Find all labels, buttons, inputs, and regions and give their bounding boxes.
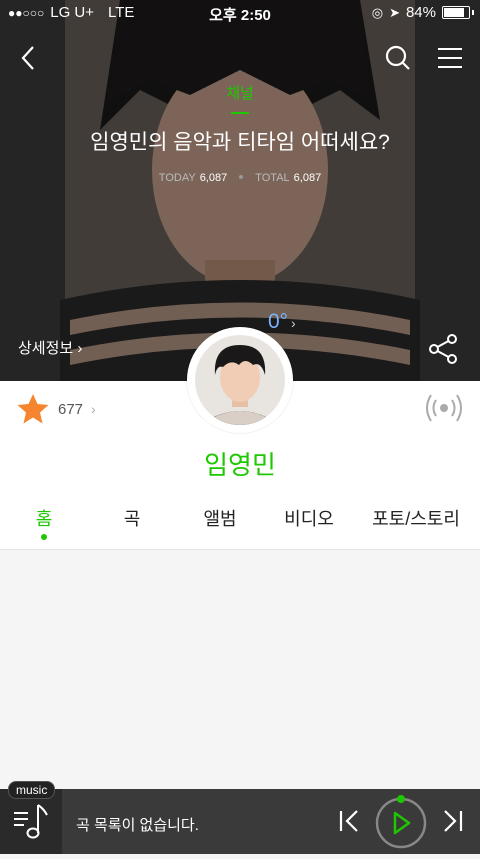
degree-chevron-icon: › bbox=[291, 315, 296, 331]
prev-icon bbox=[339, 810, 358, 832]
today-count: 6,087 bbox=[199, 172, 228, 184]
location-icon: ➤ bbox=[389, 4, 400, 20]
music-tag: music bbox=[8, 781, 56, 799]
tab-songs[interactable]: 곡 bbox=[124, 505, 141, 531]
star-icon bbox=[17, 394, 49, 424]
avatar[interactable] bbox=[187, 327, 293, 433]
status-bar: ●●○○○ LG U+ LTE 오후 2:50 ◎ ➤ 84% bbox=[0, 0, 480, 28]
favorite-button[interactable]: 677 › bbox=[16, 393, 96, 425]
broadcast-icon bbox=[426, 394, 462, 422]
fan-chevron-icon: › bbox=[91, 401, 96, 417]
rotation-lock-icon: ◎ bbox=[371, 4, 384, 20]
tab-videos[interactable]: 비디오 bbox=[284, 505, 334, 531]
menu-icon bbox=[438, 48, 462, 68]
battery-icon bbox=[442, 6, 474, 19]
back-button[interactable] bbox=[10, 40, 46, 76]
battery-fill bbox=[444, 8, 464, 17]
empty-playlist-message: 곡 목록이 없습니다. bbox=[76, 817, 199, 834]
channel-title: 임영민의 음악과 티타임 어떠세요? bbox=[90, 131, 390, 154]
broadcast-button[interactable] bbox=[424, 392, 464, 429]
tab-bar: 홈 곡 앨범 비디오 포토/스토리 bbox=[0, 505, 480, 549]
next-button[interactable] bbox=[440, 808, 466, 839]
visit-counts: TODAY 6,087 TOTAL 6,087 bbox=[0, 172, 480, 184]
count-separator bbox=[239, 175, 244, 180]
channel-underline bbox=[231, 112, 249, 114]
today-label: TODAY bbox=[158, 172, 196, 184]
total-label: TOTAL bbox=[255, 172, 290, 184]
details-link[interactable]: 상세정보 › bbox=[18, 337, 82, 358]
search-button[interactable] bbox=[380, 40, 416, 76]
artist-photo bbox=[195, 335, 285, 425]
content-area bbox=[0, 550, 480, 789]
next-icon bbox=[444, 810, 463, 832]
degree-value[interactable]: 0° bbox=[268, 310, 288, 334]
tab-home[interactable]: 홈 bbox=[36, 505, 53, 531]
back-icon bbox=[21, 46, 34, 70]
play-icon bbox=[375, 795, 427, 849]
fan-count: 677 bbox=[58, 400, 84, 418]
share-icon bbox=[429, 334, 457, 364]
tab-albums[interactable]: 앨범 bbox=[203, 505, 236, 531]
channel-label: 채널 bbox=[226, 85, 254, 102]
search-icon bbox=[385, 45, 410, 70]
play-button[interactable] bbox=[375, 795, 427, 854]
details-chevron-icon: › bbox=[77, 340, 83, 357]
tab-photo-story[interactable]: 포토/스토리 bbox=[372, 505, 460, 531]
prev-button[interactable] bbox=[336, 808, 362, 839]
share-button[interactable] bbox=[428, 334, 460, 369]
status-right: ◎ ➤ 84% bbox=[371, 4, 474, 21]
menu-button[interactable] bbox=[432, 40, 468, 76]
artist-name: 임영민 bbox=[204, 450, 276, 480]
battery-label: 84% bbox=[405, 4, 436, 21]
details-label: 상세정보 bbox=[18, 340, 74, 357]
active-tab-indicator bbox=[41, 534, 47, 540]
total-count: 6,087 bbox=[293, 172, 322, 184]
